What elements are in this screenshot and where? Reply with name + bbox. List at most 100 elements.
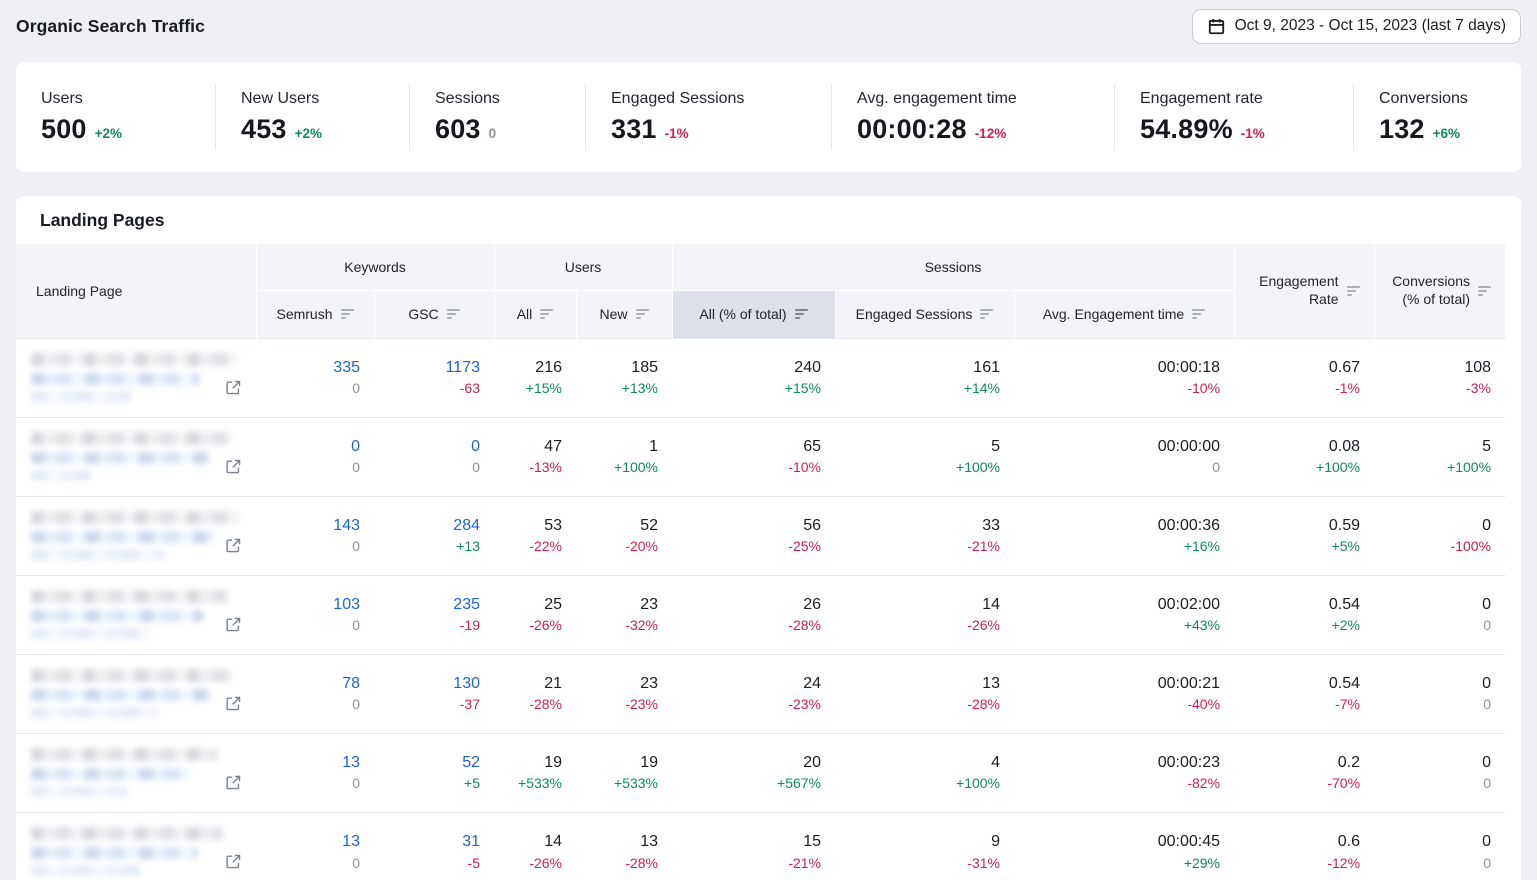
cell-value: 5 xyxy=(1374,435,1491,458)
column-header-users-all[interactable]: All xyxy=(494,290,576,338)
cell-value[interactable]: 1173 xyxy=(374,356,480,379)
cell-change: -32% xyxy=(576,616,658,636)
keywords-gsc-cell[interactable]: 235-19 xyxy=(374,575,494,654)
cell-change: -26% xyxy=(494,854,562,874)
keywords-gsc-cell[interactable]: 1173-63 xyxy=(374,338,494,417)
kpi-label: Users xyxy=(41,90,195,108)
cell-change: 0 xyxy=(374,458,480,478)
conversions-pct-cell: 108-3% xyxy=(1374,338,1505,417)
date-range-picker[interactable]: Oct 9, 2023 - Oct 15, 2023 (last 7 days) xyxy=(1192,9,1521,44)
cell-value[interactable]: 143 xyxy=(256,514,360,537)
kpi-value: 603 xyxy=(435,114,481,145)
kpi-summary-card: Users500+2%New Users453+2%Sessions6030En… xyxy=(16,62,1521,172)
keywords-gsc-cell[interactable]: 284+13 xyxy=(374,496,494,575)
cell-value: 15 xyxy=(672,830,821,853)
column-header-landing-page: Landing Page xyxy=(16,244,256,338)
avg-engagement-time-cell: 00:00:23-82% xyxy=(1014,733,1234,812)
cell-value[interactable]: 335 xyxy=(256,356,360,379)
cell-change: +100% xyxy=(835,774,1000,794)
sessions-all-pct-cell: 26-28% xyxy=(672,575,835,654)
keywords-semrush-cell[interactable]: 3350 xyxy=(256,338,374,417)
cell-change: -70% xyxy=(1234,774,1360,794)
redacted-url-text xyxy=(31,689,210,701)
external-link-icon[interactable] xyxy=(225,774,242,796)
cell-value[interactable]: 0 xyxy=(374,435,480,458)
kpi-new-users: New Users453+2% xyxy=(215,84,409,150)
column-header-engaged-sessions[interactable]: Engaged Sessions xyxy=(835,290,1014,338)
keywords-semrush-cell[interactable]: 1030 xyxy=(256,575,374,654)
users-all-cell: 21-28% xyxy=(494,654,576,733)
column-header-keywords-gsc[interactable]: GSC xyxy=(374,290,494,338)
cell-value[interactable]: 13 xyxy=(256,751,360,774)
engagement-rate-cell: 0.54+2% xyxy=(1234,575,1374,654)
sort-icon xyxy=(540,309,553,319)
kpi-change: -12% xyxy=(975,126,1007,141)
kpi-conversions: Conversions132+6% xyxy=(1353,84,1521,150)
cell-value: 0.08 xyxy=(1234,435,1360,458)
cell-value: 00:00:36 xyxy=(1014,514,1220,537)
cell-value[interactable]: 0 xyxy=(256,435,360,458)
conversions-pct-cell: 0-100% xyxy=(1374,496,1505,575)
cell-value[interactable]: 31 xyxy=(374,830,480,853)
redacted-url-text xyxy=(31,748,217,761)
cell-change: 0 xyxy=(1374,774,1491,794)
cell-value[interactable]: 78 xyxy=(256,672,360,695)
cell-change: -63 xyxy=(374,379,480,399)
kpi-label: Conversions xyxy=(1379,90,1501,108)
keywords-semrush-cell[interactable]: 00 xyxy=(256,417,374,496)
cell-change: +15% xyxy=(672,379,821,399)
cell-change: -25% xyxy=(672,537,821,557)
external-link-icon[interactable] xyxy=(225,537,242,559)
cell-value: 0 xyxy=(1374,830,1491,853)
keywords-gsc-cell[interactable]: 52+5 xyxy=(374,733,494,812)
column-header-users-new[interactable]: New xyxy=(576,290,672,338)
sort-icon xyxy=(447,309,460,319)
sessions-all-pct-cell: 15-21% xyxy=(672,812,835,880)
keywords-semrush-cell[interactable]: 1430 xyxy=(256,496,374,575)
cell-value[interactable]: 130 xyxy=(374,672,480,695)
cell-change: -28% xyxy=(672,616,821,636)
column-header-sessions-all-pct[interactable]: All (% of total) xyxy=(672,290,835,338)
redacted-url-text xyxy=(31,452,209,464)
keywords-semrush-cell[interactable]: 130 xyxy=(256,733,374,812)
keywords-gsc-cell[interactable]: 130-37 xyxy=(374,654,494,733)
column-header-conversions[interactable]: Conversions (% of total) xyxy=(1374,244,1505,338)
keywords-gsc-cell[interactable]: 00 xyxy=(374,417,494,496)
cell-value[interactable]: 52 xyxy=(374,751,480,774)
redacted-url-text xyxy=(31,549,166,560)
external-link-icon[interactable] xyxy=(225,458,242,480)
cell-value: 00:00:00 xyxy=(1014,435,1220,458)
cell-value: 0.54 xyxy=(1234,672,1360,695)
cell-value: 00:00:45 xyxy=(1014,830,1220,853)
cell-value[interactable]: 235 xyxy=(374,593,480,616)
cell-value: 4 xyxy=(835,751,1000,774)
users-all-cell: 14-26% xyxy=(494,812,576,880)
column-header-keywords-semrush[interactable]: Semrush xyxy=(256,290,374,338)
table-row: 1030235-1925-26%23-32%26-28%14-26%00:02:… xyxy=(16,575,1505,654)
keywords-semrush-cell[interactable]: 130 xyxy=(256,812,374,880)
cell-change: +13 xyxy=(374,537,480,557)
cell-value[interactable]: 103 xyxy=(256,593,360,616)
cell-value[interactable]: 13 xyxy=(256,830,360,853)
cell-change: -31% xyxy=(835,854,1000,874)
column-header-avg-engagement-time[interactable]: Avg. Engagement time xyxy=(1014,290,1234,338)
engagement-rate-cell: 0.67-1% xyxy=(1234,338,1374,417)
external-link-icon[interactable] xyxy=(225,379,242,401)
keywords-semrush-cell[interactable]: 780 xyxy=(256,654,374,733)
cell-value: 00:00:18 xyxy=(1014,356,1220,379)
users-new-cell: 185+13% xyxy=(576,338,672,417)
top-bar: Organic Search Traffic Oct 9, 2023 - Oct… xyxy=(0,0,1537,52)
column-header-engagement-rate[interactable]: Engagement Rate xyxy=(1234,244,1374,338)
sort-icon xyxy=(1192,309,1205,319)
keywords-gsc-cell[interactable]: 31-5 xyxy=(374,812,494,880)
calendar-icon xyxy=(1207,17,1226,36)
cell-value[interactable]: 284 xyxy=(374,514,480,537)
external-link-icon[interactable] xyxy=(225,695,242,717)
external-link-icon[interactable] xyxy=(225,616,242,638)
cell-change: -22% xyxy=(494,537,562,557)
external-link-icon[interactable] xyxy=(225,853,242,875)
cell-value: 0.6 xyxy=(1234,830,1360,853)
cell-value: 65 xyxy=(672,435,821,458)
sort-icon xyxy=(980,309,993,319)
landing-page-cell xyxy=(16,733,256,812)
